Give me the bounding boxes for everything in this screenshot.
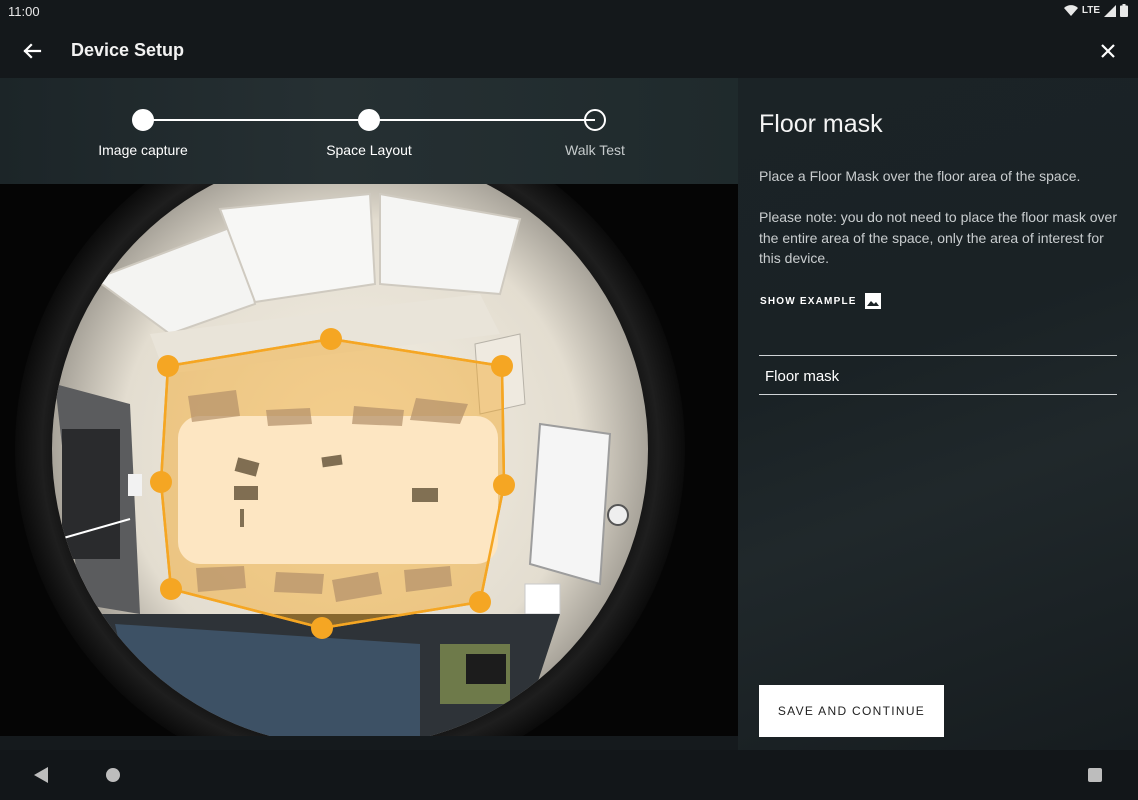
camera-view[interactable] (0, 184, 738, 736)
close-icon (1101, 44, 1115, 58)
arrow-left-icon (23, 43, 42, 59)
mask-handle (320, 328, 342, 350)
battery-icon (1120, 4, 1128, 17)
right-panel: Floor mask Place a Floor Mask over the f… (738, 78, 1138, 750)
panel-title: Floor mask (759, 110, 883, 138)
step-label-image-capture: Image capture (98, 142, 188, 158)
stepper: Image capture Space Layout Walk Test (0, 78, 738, 184)
step-indicator-image-capture[interactable] (132, 109, 154, 131)
mask-handle (469, 591, 491, 613)
mask-list-item[interactable]: Floor mask (765, 368, 839, 385)
mask-handle (150, 471, 172, 493)
mask-handle (157, 355, 179, 377)
divider (759, 355, 1117, 356)
status-time: 11:00 (8, 4, 40, 19)
nav-home-icon[interactable] (106, 768, 120, 782)
status-bar: 11:00 LTE (0, 0, 1138, 24)
signal-icon (1104, 4, 1116, 17)
network-type: LTE (1081, 5, 1100, 16)
page-title: Device Setup (71, 40, 185, 60)
step-label-space-layout: Space Layout (326, 142, 412, 158)
divider (759, 394, 1117, 395)
show-example-button[interactable]: SHOW EXAMPLE (760, 293, 881, 309)
show-example-label: SHOW EXAMPLE (760, 295, 857, 307)
step-indicator-walk-test[interactable] (584, 109, 606, 131)
mask-handle (493, 474, 515, 496)
step-connector (143, 119, 369, 121)
nav-bar (0, 750, 1138, 800)
wifi-icon (1063, 4, 1078, 16)
panel-note: Please note: you do not need to place th… (759, 209, 1118, 266)
app-bar: Device Setup (0, 24, 1138, 78)
save-and-continue-button[interactable]: SAVE AND CONTINUE (759, 685, 944, 737)
image-icon (864, 293, 881, 309)
status-icons: LTE (1063, 4, 1128, 17)
nav-back-icon[interactable] (34, 767, 48, 783)
back-button[interactable] (18, 37, 46, 65)
step-connector (369, 119, 595, 121)
panel-description: Place a Floor Mask over the floor area o… (759, 168, 1081, 184)
nav-recents-icon[interactable] (1088, 768, 1102, 782)
step-label-walk-test: Walk Test (565, 142, 625, 158)
close-button[interactable] (1094, 37, 1122, 65)
fisheye-image (0, 184, 738, 736)
mask-handle (491, 355, 513, 377)
mask-handle (160, 578, 182, 600)
mask-handle (311, 617, 333, 639)
left-panel: Image capture Space Layout Walk Test (0, 78, 738, 750)
step-indicator-space-layout[interactable] (358, 109, 380, 131)
